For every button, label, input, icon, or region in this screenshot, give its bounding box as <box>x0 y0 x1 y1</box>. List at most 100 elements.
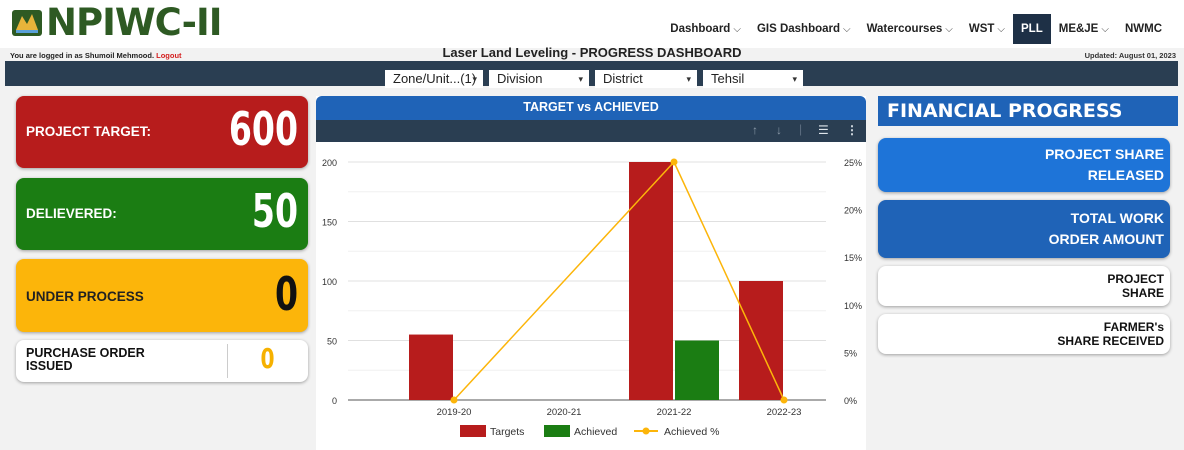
bar-targets <box>629 162 673 400</box>
dropdown-caret-icon: ▾ <box>792 74 797 84</box>
x-tick-label: 2021-22 <box>657 407 692 418</box>
kpi-value: 600 <box>228 102 298 156</box>
kpi-label: PROJECT TARGET: <box>26 124 152 139</box>
card-line: SHARE <box>1121 286 1164 300</box>
nav-label: WST <box>968 23 995 35</box>
nav-label: Watercourses <box>866 23 943 35</box>
dropdown-caret-icon: ▾ <box>686 74 691 84</box>
logo-text: NPIWC-II <box>46 1 223 44</box>
card-line: ORDER AMOUNT <box>1048 231 1164 247</box>
delivered-card: DELIEVERED: 50 <box>16 178 308 250</box>
y2-tick-label: 20% <box>844 206 862 216</box>
nav-wst[interactable]: WST ⌵ <box>961 14 1013 44</box>
legend-marker-achieved-pct <box>642 427 650 435</box>
card-line: SHARE RECEIVED <box>1057 334 1164 348</box>
chevron-down-icon: ⌵ <box>997 24 1005 35</box>
filter-bar <box>5 61 1178 86</box>
x-tick-label: 2020-21 <box>547 407 582 418</box>
target-vs-achieved-chart: 0 50 100 150 200 0% 5% 10% 15% 20% 25% 2019-20 2020-… <box>322 158 862 438</box>
kpi-label: DELIEVERED: <box>26 206 117 221</box>
chevron-down-icon: ⌵ <box>733 24 741 35</box>
filter-icon[interactable]: ☰ <box>818 123 829 137</box>
purchase-order-card: PURCHASE ORDER ISSUED 0 <box>16 340 308 382</box>
project-target-card: PROJECT TARGET: 600 <box>16 96 308 168</box>
point-achieved-pct <box>670 158 678 166</box>
nav-pll[interactable]: PLL <box>1013 14 1051 44</box>
kpi-value: 50 <box>251 184 298 238</box>
card-line: PROJECT SHARE <box>1044 146 1164 162</box>
kpi-label: UNDER PROCESS <box>26 289 144 304</box>
nav-me-je[interactable]: ME&JE ⌵ <box>1051 14 1117 44</box>
y-tick-label: 0 <box>332 396 337 406</box>
logout-link[interactable]: Logout <box>156 51 181 60</box>
filter-label: District <box>603 71 643 86</box>
legend-swatch-targets <box>460 425 486 437</box>
app-logo[interactable]: NPIWC-II <box>10 1 223 44</box>
top-navbar: NPIWC-II Dashboard ⌵ GIS Dashboard ⌵ Water… <box>0 0 1184 48</box>
y2-tick-label: 25% <box>844 158 862 168</box>
updated-date: Updated: August 01, 2023 <box>1084 51 1176 60</box>
filter-label: Tehsil <box>711 71 745 86</box>
kpi-value: 0 <box>274 267 298 321</box>
y2-tick-label: 15% <box>844 253 862 263</box>
login-text: You are logged in as Shumoil Mehmood. <box>10 51 155 60</box>
arrow-up-icon[interactable]: ↑ <box>752 123 758 137</box>
arrow-down-icon[interactable]: ↓ <box>776 123 782 137</box>
card-line: FARMER's <box>1103 320 1164 334</box>
y-tick-label: 200 <box>322 158 337 168</box>
point-achieved-pct <box>780 396 788 404</box>
emblem-icon <box>10 6 44 40</box>
point-achieved-pct <box>450 396 458 404</box>
under-process-card: UNDER PROCESS 0 <box>16 259 308 332</box>
total-work-order-card[interactable]: TOTAL WORK ORDER AMOUNT <box>878 200 1170 258</box>
x-tick-label: 2022-23 <box>767 407 802 418</box>
kpi-label-line: ISSUED <box>26 359 73 373</box>
nav-label: PLL <box>1021 23 1043 35</box>
card-line: PROJECT <box>1107 272 1164 286</box>
project-share-released-card[interactable]: PROJECT SHARE RELEASED <box>878 138 1170 192</box>
login-status: You are logged in as Shumoil Mehmood. Lo… <box>10 51 182 60</box>
legend-label: Targets <box>490 426 524 438</box>
card-line: TOTAL WORK <box>1070 210 1164 226</box>
legend-label: Achieved % <box>664 426 719 438</box>
financial-progress-title: FINANCIAL PROGRESS <box>878 96 1178 126</box>
farmers-share-card[interactable]: FARMER's SHARE RECEIVED <box>878 314 1170 354</box>
zone-unit-filter[interactable]: Zone/Unit...(1) ▾ <box>385 70 483 88</box>
legend-swatch-achieved <box>544 425 570 437</box>
project-share-card[interactable]: PROJECT SHARE <box>878 266 1170 306</box>
card-line: RELEASED <box>1087 167 1164 183</box>
bar-targets <box>409 334 453 400</box>
nav-dashboard[interactable]: Dashboard ⌵ <box>662 14 749 44</box>
toolbar-divider: | <box>799 122 803 136</box>
nav-gis-dashboard[interactable]: GIS Dashboard ⌵ <box>749 14 859 44</box>
nav-label: NWMC <box>1124 23 1162 35</box>
legend-label: Achieved <box>574 426 617 438</box>
dropdown-caret-icon: ▾ <box>578 74 583 84</box>
tehsil-filter[interactable]: Tehsil ▾ <box>703 70 803 88</box>
kpi-label: PURCHASE ORDER ISSUED <box>26 347 226 373</box>
chart-title: TARGET vs ACHIEVED <box>316 96 866 120</box>
district-filter[interactable]: District ▾ <box>595 70 697 88</box>
chart-toolbar: ↑ ↓ | ☰ ⋮ <box>316 120 866 142</box>
filter-label: Zone/Unit...(1) <box>393 71 477 86</box>
kpi-value: 0 <box>259 342 274 375</box>
chevron-down-icon: ⌵ <box>945 24 953 35</box>
division-filter[interactable]: Division ▾ <box>489 70 589 88</box>
nav-label: GIS Dashboard <box>756 23 841 35</box>
nav-nwmc[interactable]: NWMC <box>1117 14 1170 44</box>
y2-tick-label: 0% <box>844 396 857 406</box>
target-vs-achieved-panel: TARGET vs ACHIEVED ↑ ↓ | ☰ ⋮ 0 50 100 150 20… <box>316 96 866 450</box>
nav-watercourses[interactable]: Watercourses ⌵ <box>859 14 961 44</box>
divider <box>227 344 228 378</box>
y-tick-label: 100 <box>322 277 337 287</box>
y-tick-label: 50 <box>327 337 337 347</box>
y-tick-label: 150 <box>322 218 337 228</box>
more-vert-icon[interactable]: ⋮ <box>846 123 858 137</box>
nav-label: Dashboard <box>670 23 731 35</box>
filter-label: Division <box>497 71 543 86</box>
dropdown-caret-icon: ▾ <box>472 74 477 84</box>
nav-label: ME&JE <box>1058 23 1099 35</box>
chevron-down-icon: ⌵ <box>1101 24 1109 35</box>
x-tick-label: 2019-20 <box>437 407 472 418</box>
chevron-down-icon: ⌵ <box>843 24 851 35</box>
